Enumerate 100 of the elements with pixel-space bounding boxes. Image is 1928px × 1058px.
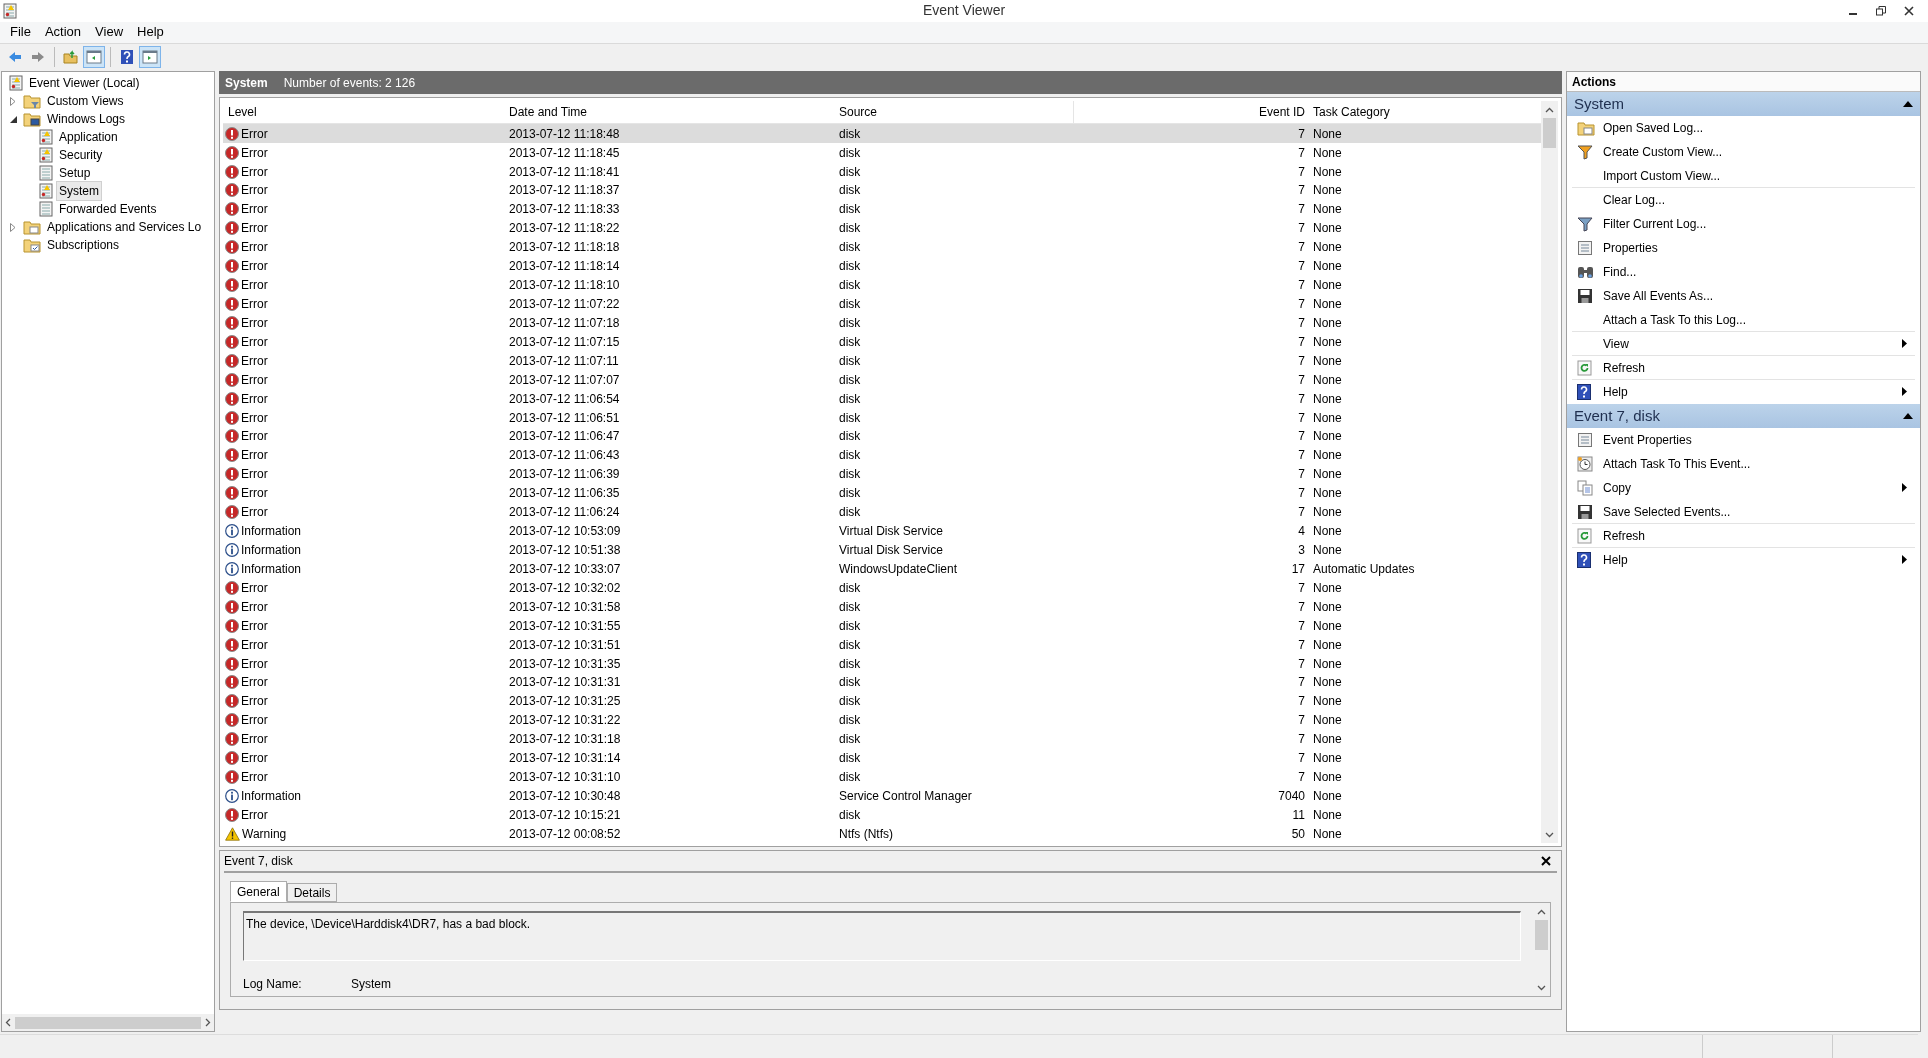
action-link[interactable]: Clear Log...: [1603, 190, 1666, 209]
collapse-arrow-icon[interactable]: [9, 115, 17, 123]
error-icon: [225, 486, 239, 501]
action-row[interactable]: Save All Events As...: [1572, 284, 1915, 309]
section-header[interactable]: System: [1567, 92, 1920, 117]
tab[interactable]: Details: [286, 883, 338, 903]
folder-icon: [1577, 119, 1595, 136]
action-link[interactable]: Refresh: [1603, 526, 1646, 545]
tree-item[interactable]: Forwarded Events: [56, 199, 160, 220]
action-link[interactable]: Attach a Task To this Log...: [1603, 310, 1746, 329]
scroll-up-icon[interactable]: [1545, 106, 1554, 113]
restore-icon[interactable]: [1876, 5, 1886, 16]
scroll-down-icon[interactable]: [1545, 831, 1554, 838]
action-row[interactable]: Refresh: [1572, 356, 1915, 381]
table-cell-text: 2013-07-12 10:31:22: [509, 712, 622, 730]
action-link[interactable]: Create Custom View...: [1603, 142, 1723, 161]
table-cell-text: None: [1313, 769, 1343, 787]
table-cell-text: 7: [1297, 428, 1306, 446]
error-icon: [225, 183, 239, 198]
error-icon: [225, 637, 239, 652]
action-link[interactable]: Help: [1603, 550, 1628, 569]
action-row[interactable]: Event Properties: [1572, 428, 1915, 453]
action-link[interactable]: Properties: [1603, 238, 1658, 257]
toolbar-button[interactable]: [83, 46, 105, 69]
action-link[interactable]: Attach Task To This Event...: [1603, 454, 1751, 473]
table-cell-text: 2013-07-12 11:06:43: [509, 447, 621, 465]
action-link[interactable]: Filter Current Log...: [1603, 214, 1707, 233]
column-header[interactable]: Date and Time: [509, 103, 839, 122]
action-link[interactable]: Event Properties: [1603, 430, 1692, 449]
action-row[interactable]: Open Saved Log...: [1572, 116, 1915, 141]
menu-item[interactable]: Action: [39, 22, 87, 42]
tree-item[interactable]: Custom Views: [44, 91, 127, 112]
column-header[interactable]: Task Category: [1313, 103, 1541, 122]
action-link[interactable]: Save Selected Events...: [1603, 502, 1731, 521]
action-row[interactable]: Attach Task To This Event...: [1572, 452, 1915, 477]
event-row[interactable]: Error 2013-07-12 11:18:48 disk 7 None: [223, 124, 1541, 144]
error-icon: [225, 278, 239, 293]
action-row[interactable]: Clear Log...: [1572, 188, 1915, 213]
scroll-right-icon[interactable]: [205, 1018, 211, 1028]
expand-arrow-icon[interactable]: [10, 222, 16, 232]
tab[interactable]: General: [230, 881, 287, 903]
table-cell-text: Error: [241, 466, 268, 484]
toolbar-button[interactable]: [139, 46, 161, 69]
scrollbar-thumb[interactable]: [1535, 920, 1548, 951]
action-link[interactable]: View: [1603, 334, 1629, 353]
expand-arrow-icon[interactable]: [10, 96, 16, 106]
menu-item[interactable]: File: [5, 22, 36, 42]
tree-item[interactable]: Windows Logs: [44, 109, 129, 130]
action-row[interactable]: Import Custom View...: [1572, 164, 1915, 189]
table-cell-text: 2013-07-12 10:32:02: [509, 579, 622, 597]
column-header[interactable]: Event ID: [1073, 101, 1313, 124]
action-link[interactable]: Save All Events As...: [1603, 286, 1714, 305]
action-row[interactable]: Help: [1572, 548, 1915, 573]
action-row[interactable]: Help: [1572, 380, 1915, 405]
error-icon: [225, 391, 239, 406]
tree-item[interactable]: Setup: [56, 163, 94, 184]
table-cell-text: 11: [1291, 806, 1306, 824]
scrollbar-thumb[interactable]: [15, 1016, 201, 1029]
action-row[interactable]: Create Custom View...: [1572, 140, 1915, 165]
collapse-caret-icon[interactable]: [1903, 413, 1913, 420]
column-header[interactable]: Source: [839, 103, 1073, 122]
table-cell-text: 7: [1297, 598, 1306, 616]
action-row[interactable]: View: [1572, 332, 1915, 357]
scroll-down-icon[interactable]: [1537, 984, 1546, 991]
action-row[interactable]: Refresh: [1572, 524, 1915, 549]
tree-item[interactable]: Applications and Services Lo: [44, 217, 205, 238]
action-row[interactable]: Attach a Task To this Log...: [1572, 308, 1915, 333]
pane-toggle-icon: [142, 49, 158, 66]
tree-item[interactable]: System: [56, 181, 102, 202]
action-link[interactable]: Copy: [1603, 478, 1631, 497]
section-header[interactable]: Event 7, disk: [1567, 404, 1920, 429]
table-cell-text: disk: [839, 314, 862, 332]
action-row[interactable]: Properties: [1572, 236, 1915, 261]
action-link[interactable]: Help: [1603, 382, 1628, 401]
action-link[interactable]: Find...: [1603, 262, 1637, 281]
error-icon: [225, 713, 239, 728]
table-cell-text: 7: [1297, 125, 1306, 143]
table-cell-text: 7: [1297, 163, 1306, 181]
horizontal-scrollbar[interactable]: [2, 1014, 214, 1032]
action-row[interactable]: Filter Current Log...: [1572, 212, 1915, 237]
menu-item[interactable]: Help: [132, 22, 169, 42]
action-link[interactable]: Refresh: [1603, 358, 1646, 377]
tree-item[interactable]: Subscriptions: [44, 235, 123, 256]
scrollbar[interactable]: [1541, 101, 1558, 844]
action-row[interactable]: Save Selected Events...: [1572, 500, 1915, 525]
scroll-left-icon[interactable]: [5, 1018, 11, 1028]
tree-item[interactable]: Application: [56, 127, 121, 148]
action-link[interactable]: Open Saved Log...: [1603, 118, 1704, 137]
tree-item[interactable]: Event Viewer (Local): [26, 73, 143, 94]
tree-item[interactable]: Security: [56, 145, 106, 166]
column-header[interactable]: Level: [228, 103, 509, 122]
menu-item[interactable]: View: [90, 22, 129, 42]
scroll-up-icon[interactable]: [1537, 908, 1546, 915]
action-row[interactable]: Copy: [1572, 476, 1915, 501]
action-link[interactable]: Import Custom View...: [1603, 166, 1721, 185]
scrollbar-thumb[interactable]: [1543, 118, 1556, 149]
action-row[interactable]: Find...: [1572, 260, 1915, 285]
collapse-caret-icon[interactable]: [1903, 101, 1913, 108]
close-icon[interactable]: [1541, 856, 1551, 867]
close-icon[interactable]: [1904, 5, 1914, 16]
